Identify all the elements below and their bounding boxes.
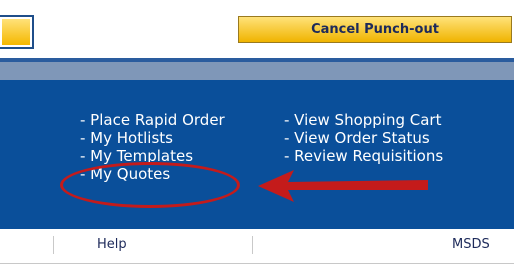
- review-requisitions-link[interactable]: - Review Requisitions: [284, 147, 443, 165]
- help-link[interactable]: Help: [97, 237, 127, 252]
- cancel-punch-out-button[interactable]: Cancel Punch-out: [238, 16, 512, 43]
- quick-links-right-column: - View Shopping Cart - View Order Status…: [284, 111, 443, 165]
- view-shopping-cart-link[interactable]: - View Shopping Cart: [284, 111, 443, 129]
- previous-button[interactable]: [0, 15, 34, 49]
- footer-separator: [252, 236, 253, 254]
- view-order-status-link[interactable]: - View Order Status: [284, 129, 443, 147]
- msds-link[interactable]: MSDS: [452, 237, 490, 252]
- footer-nav: Help MSDS: [0, 229, 514, 264]
- highlight-circle: [60, 162, 240, 208]
- my-hotlists-link[interactable]: - My Hotlists: [80, 129, 225, 147]
- footer-separator: [53, 236, 54, 254]
- arrow-icon: [258, 170, 428, 202]
- header-strip: [0, 62, 514, 80]
- place-rapid-order-link[interactable]: - Place Rapid Order: [80, 111, 225, 129]
- top-toolbar: Cancel Punch-out: [0, 0, 514, 58]
